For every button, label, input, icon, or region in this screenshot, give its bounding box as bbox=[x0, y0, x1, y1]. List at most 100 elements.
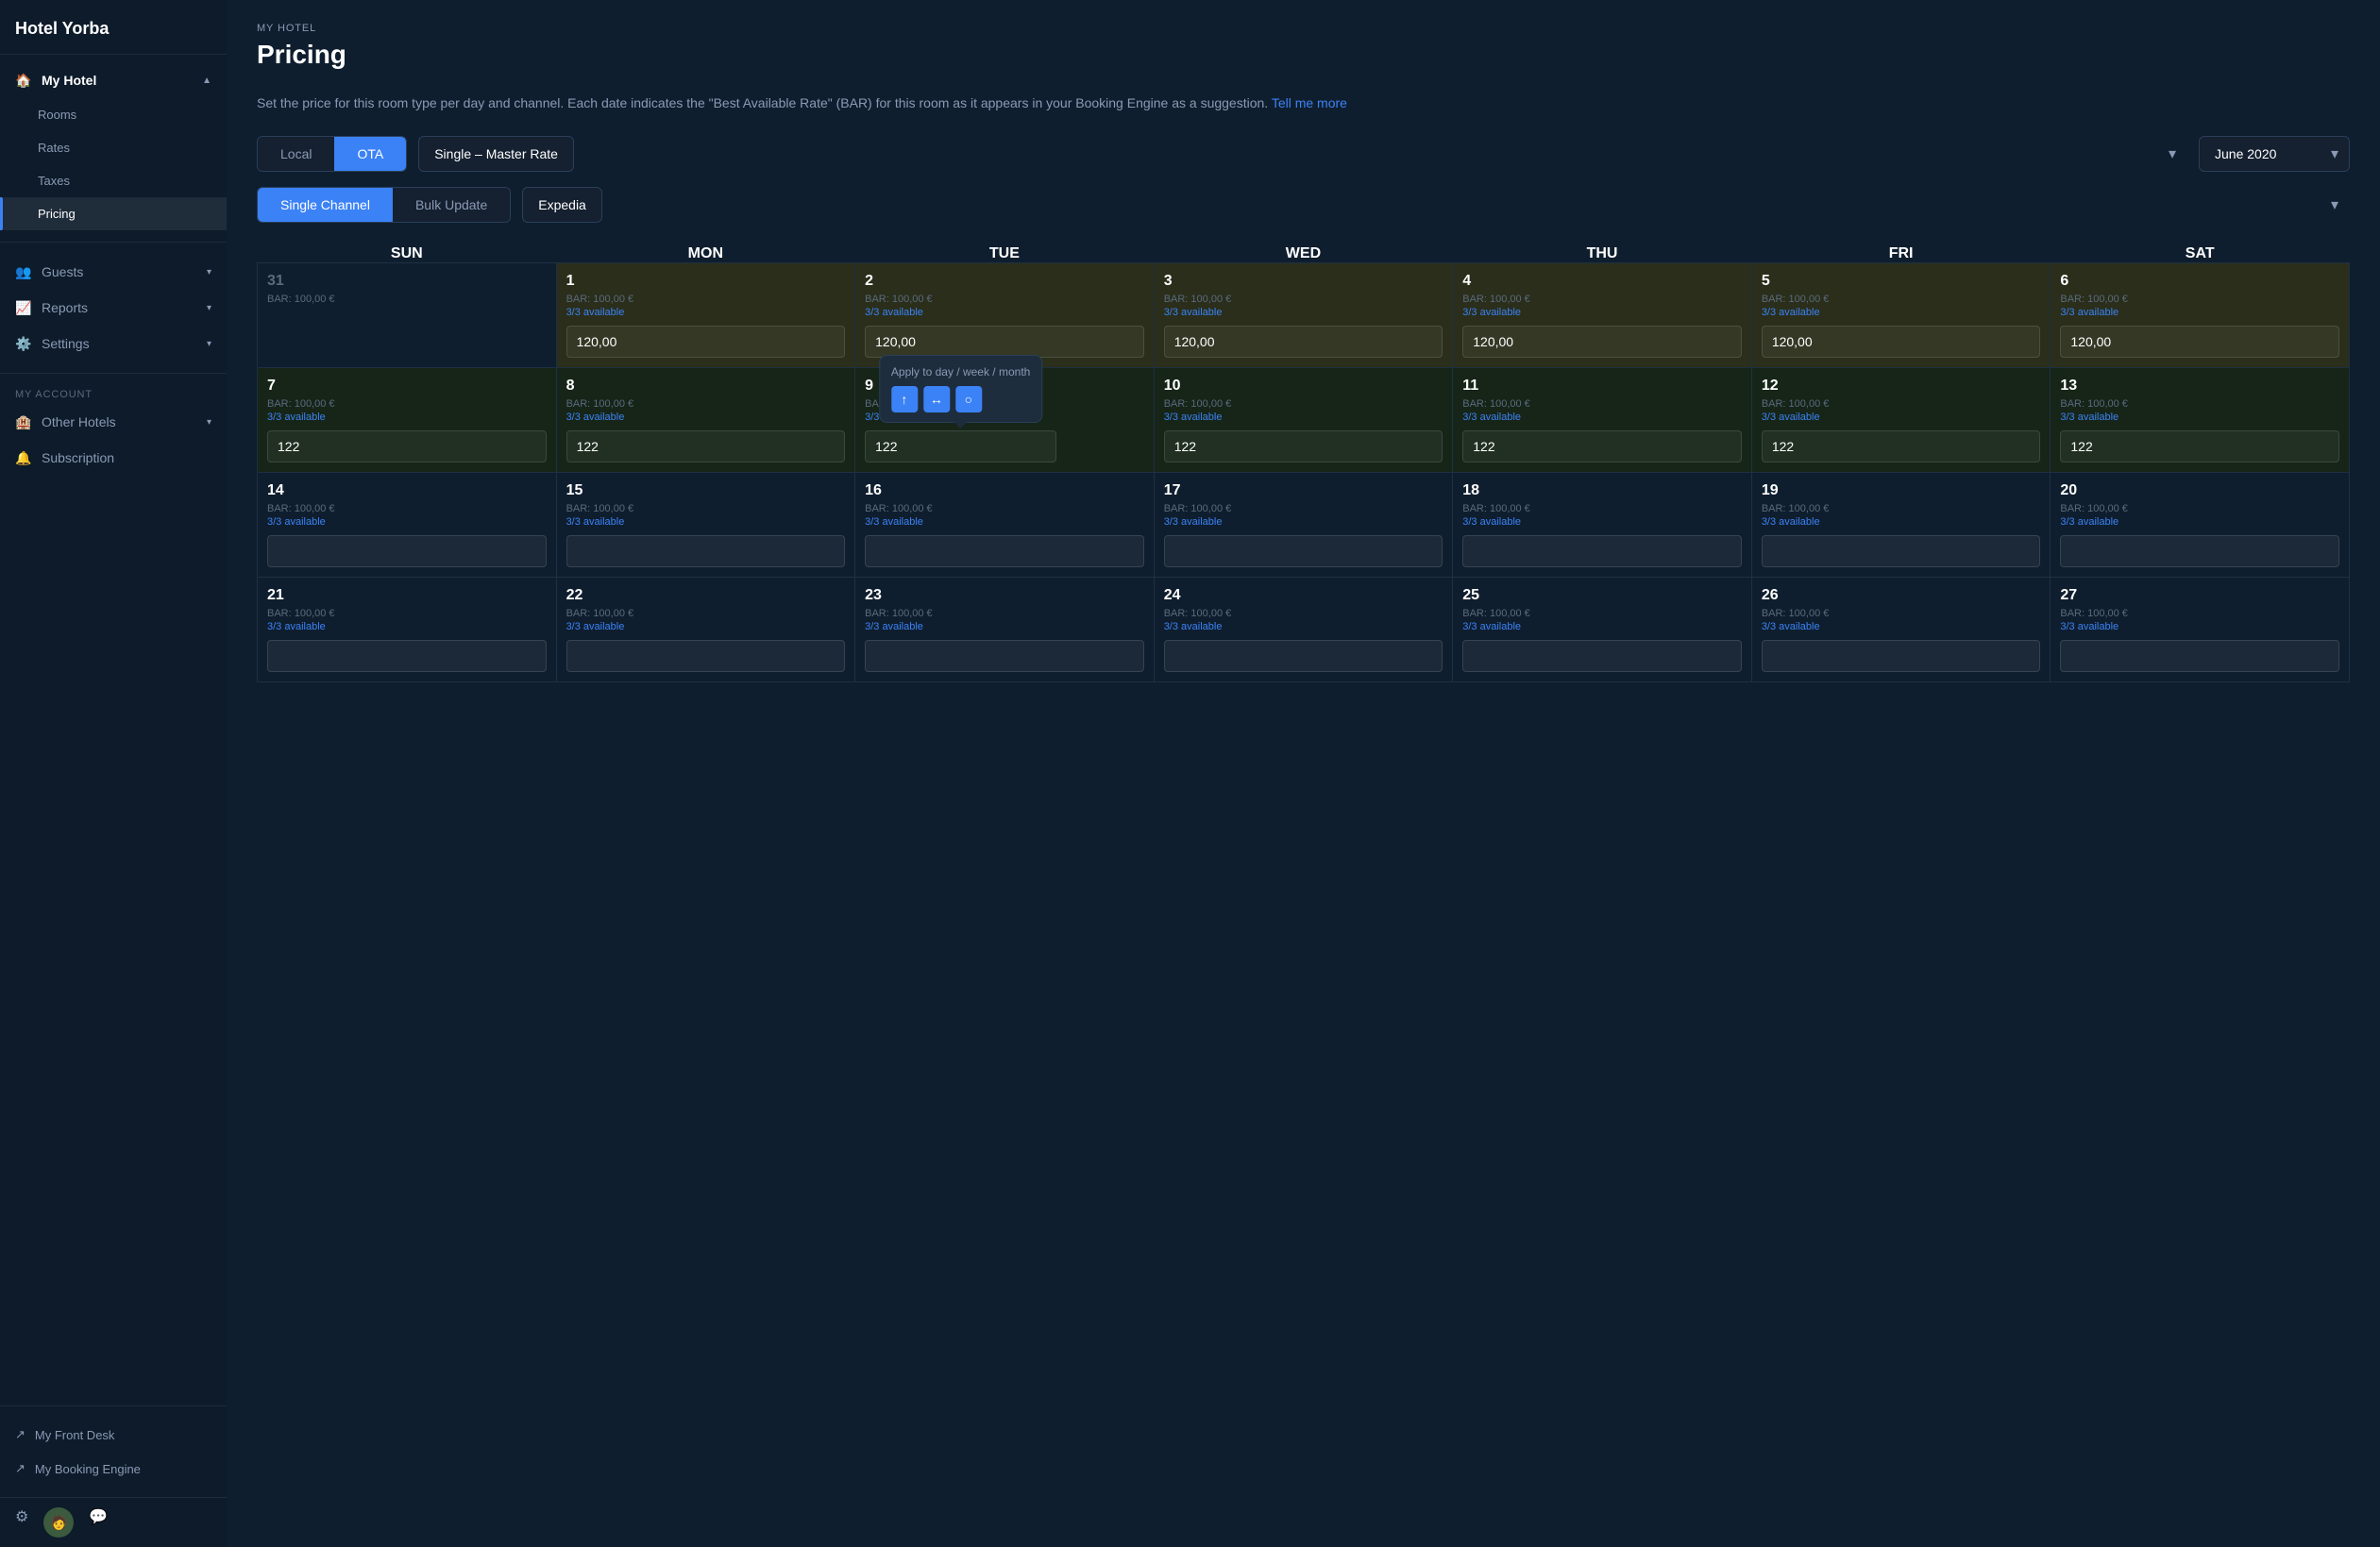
day-number: 5 bbox=[1762, 273, 2041, 290]
day-price-input[interactable] bbox=[865, 535, 1144, 567]
channel-row: Single Channel Bulk Update Expedia bbox=[257, 187, 2350, 223]
day-bar-rate: BAR: 100,00 € bbox=[566, 608, 846, 619]
day-price-input[interactable] bbox=[566, 640, 846, 672]
calendar-cell: 1BAR: 100,00 €3/3 available bbox=[556, 263, 855, 368]
page-title: Pricing bbox=[257, 40, 2350, 70]
calendar-cell: 3BAR: 100,00 €3/3 available bbox=[1154, 263, 1453, 368]
avatar[interactable]: 🧑 bbox=[43, 1507, 74, 1538]
calendar-day-header: WED bbox=[1154, 245, 1453, 263]
chevron-down-icon: ▾ bbox=[207, 303, 211, 313]
my-front-desk-link[interactable]: ↗ My Front Desk bbox=[0, 1418, 227, 1452]
settings-icon: ⚙️ bbox=[15, 335, 32, 352]
channel-select[interactable]: Expedia bbox=[522, 187, 602, 223]
calendar-cell: 17BAR: 100,00 €3/3 available bbox=[1154, 473, 1453, 578]
day-number: 12 bbox=[1762, 378, 2041, 395]
sidebar-item-settings[interactable]: ⚙️ Settings ▾ bbox=[0, 326, 227, 362]
message-icon[interactable]: 💬 bbox=[89, 1507, 108, 1538]
day-price-input[interactable] bbox=[1164, 640, 1443, 672]
sidebar-item-my-hotel[interactable]: 🏠 My Hotel ▲ bbox=[0, 62, 227, 98]
sidebar-item-rooms[interactable]: Rooms bbox=[0, 98, 227, 131]
calendar-cell: 14BAR: 100,00 €3/3 available bbox=[258, 473, 557, 578]
calendar-cell: 26BAR: 100,00 €3/3 available bbox=[1751, 578, 2051, 682]
tab-single-channel[interactable]: Single Channel bbox=[258, 188, 393, 222]
rate-select[interactable]: Single – Master Rate bbox=[418, 136, 574, 172]
day-price-input[interactable] bbox=[2060, 326, 2339, 358]
calendar-cell: 19BAR: 100,00 €3/3 available bbox=[1751, 473, 2051, 578]
tab-bulk-update[interactable]: Bulk Update bbox=[393, 188, 510, 222]
main-content: MY HOTEL Pricing Set the price for this … bbox=[227, 0, 2380, 1547]
day-price-input[interactable] bbox=[2060, 430, 2339, 462]
day-price-input[interactable] bbox=[865, 640, 1144, 672]
month-select-wrapper: June 2020 bbox=[2199, 136, 2350, 172]
day-bar-rate: BAR: 100,00 € bbox=[2060, 608, 2339, 619]
day-price-input[interactable] bbox=[865, 430, 1056, 462]
calendar-cell: 13BAR: 100,00 €3/3 available bbox=[2051, 368, 2350, 473]
day-price-input[interactable] bbox=[2060, 535, 2339, 567]
day-number: 24 bbox=[1164, 587, 1443, 604]
apply-month-button[interactable]: ○ bbox=[955, 386, 982, 412]
day-bar-rate: BAR: 100,00 € bbox=[566, 294, 846, 305]
chevron-down-icon: ▾ bbox=[207, 267, 211, 277]
day-price-input[interactable] bbox=[566, 430, 846, 462]
day-price-input[interactable] bbox=[1164, 535, 1443, 567]
day-availability: 3/3 available bbox=[2060, 516, 2339, 528]
subscription-icon: 🔔 bbox=[15, 449, 32, 466]
day-price-input[interactable] bbox=[1762, 326, 2041, 358]
sidebar-item-pricing[interactable]: Pricing bbox=[0, 197, 227, 230]
day-bar-rate: BAR: 100,00 € bbox=[267, 608, 547, 619]
day-bar-rate: BAR: 100,00 € bbox=[865, 608, 1144, 619]
day-number: 23 bbox=[865, 587, 1144, 604]
sidebar-item-rates[interactable]: Rates bbox=[0, 131, 227, 164]
sidebar-item-other-hotels[interactable]: 🏨 Other Hotels ▾ bbox=[0, 404, 227, 440]
day-price-input[interactable] bbox=[2060, 640, 2339, 672]
day-number: 10 bbox=[1164, 378, 1443, 395]
day-price-input[interactable] bbox=[267, 640, 547, 672]
day-price-input[interactable] bbox=[1462, 640, 1742, 672]
calendar-cell: 16BAR: 100,00 €3/3 available bbox=[855, 473, 1155, 578]
day-number: 11 bbox=[1462, 378, 1742, 395]
day-number: 25 bbox=[1462, 587, 1742, 604]
chevron-up-icon: ▲ bbox=[202, 76, 211, 86]
day-number: 17 bbox=[1164, 482, 1443, 499]
day-price-input[interactable] bbox=[1762, 535, 2041, 567]
sidebar-item-subscription[interactable]: 🔔 Subscription bbox=[0, 440, 227, 476]
day-price-input[interactable] bbox=[1462, 326, 1742, 358]
calendar-cell: 12BAR: 100,00 €3/3 available bbox=[1751, 368, 2051, 473]
tab-ota[interactable]: OTA bbox=[334, 137, 406, 171]
day-price-input[interactable] bbox=[1762, 640, 2041, 672]
day-availability: 3/3 available bbox=[566, 307, 846, 318]
calendar-cell: 23BAR: 100,00 €3/3 available bbox=[855, 578, 1155, 682]
reports-icon: 📈 bbox=[15, 299, 32, 316]
sidebar-item-taxes[interactable]: Taxes bbox=[0, 164, 227, 197]
breadcrumb: MY HOTEL bbox=[257, 23, 2350, 34]
tell-me-more-link[interactable]: Tell me more bbox=[1272, 95, 1347, 110]
day-availability: 3/3 available bbox=[1164, 412, 1443, 423]
settings-small-icon[interactable]: ⚙ bbox=[15, 1507, 28, 1538]
day-price-input[interactable] bbox=[1462, 430, 1742, 462]
day-price-input[interactable] bbox=[1164, 430, 1443, 462]
day-number: 16 bbox=[865, 482, 1144, 499]
my-booking-engine-link[interactable]: ↗ My Booking Engine bbox=[0, 1452, 227, 1486]
day-availability: 3/3 available bbox=[1462, 412, 1742, 423]
month-select[interactable]: June 2020 bbox=[2199, 136, 2350, 172]
day-number: 19 bbox=[1762, 482, 2041, 499]
day-price-input[interactable] bbox=[267, 535, 547, 567]
apply-week-button[interactable]: ↔ bbox=[923, 386, 950, 412]
day-price-input[interactable] bbox=[1762, 430, 2041, 462]
day-price-input[interactable] bbox=[566, 535, 846, 567]
calendar-cell: 11BAR: 100,00 €3/3 available bbox=[1453, 368, 1752, 473]
sidebar-footer: ⚙ 🧑 💬 bbox=[0, 1497, 227, 1547]
description-text: Set the price for this room type per day… bbox=[257, 92, 2350, 113]
apply-day-button[interactable]: ↑ bbox=[891, 386, 918, 412]
calendar-cell: 6BAR: 100,00 €3/3 available bbox=[2051, 263, 2350, 368]
sidebar-item-guests[interactable]: 👥 Guests ▾ bbox=[0, 254, 227, 290]
day-price-input[interactable] bbox=[267, 430, 547, 462]
day-price-input[interactable] bbox=[1164, 326, 1443, 358]
day-price-input[interactable] bbox=[566, 326, 846, 358]
tab-local[interactable]: Local bbox=[258, 137, 334, 171]
day-price-input[interactable] bbox=[1462, 535, 1742, 567]
day-availability: 3/3 available bbox=[267, 412, 547, 423]
day-price-input[interactable] bbox=[865, 326, 1144, 358]
sidebar-item-reports[interactable]: 📈 Reports ▾ bbox=[0, 290, 227, 326]
day-availability: 3/3 available bbox=[1762, 307, 2041, 318]
